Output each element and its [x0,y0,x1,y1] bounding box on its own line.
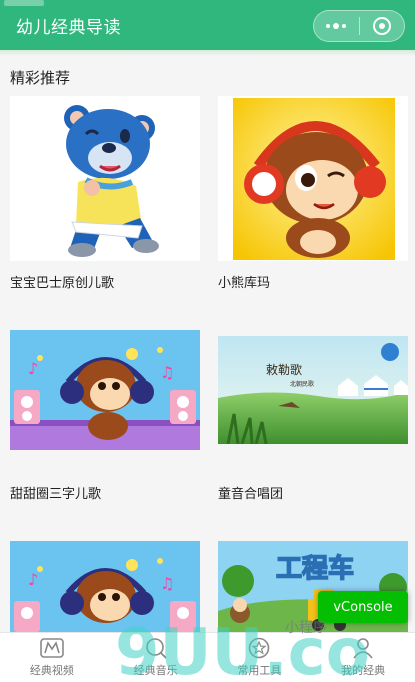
card-label[interactable]: 宝宝巴士原创儿歌 [10,272,114,291]
card-label[interactable]: 小熊库玛 [218,272,270,291]
section-title: 精彩推荐 [10,69,71,87]
tab-classic-music[interactable]: 经典音乐 [104,633,208,682]
card-item[interactable] [218,96,408,261]
dot-icon [333,23,340,29]
card-thumbnail[interactable]: ♪ ♫ [10,330,200,450]
bottom-tab-bar: 经典视频 经典音乐 常用工具 我的经典 [0,632,415,682]
svg-text:♪: ♪ [28,359,38,378]
app-header: 幼儿经典导读 [0,0,415,50]
tab-label: 我的经典 [341,664,386,677]
mini-program-capsule[interactable] [313,10,405,42]
card-thumbnail[interactable]: 敕勒歌 北朝民歌 [218,336,408,444]
close-mini-program-button[interactable] [359,17,404,35]
person-icon [350,637,376,659]
status-bar-remnant [4,0,44,6]
card-label[interactable]: 甜甜圈三字儿歌 [10,483,101,502]
more-options-button[interactable] [314,23,359,29]
blue-bear-illustration [53,96,159,261]
tab-my-classics[interactable]: 我的经典 [311,633,415,682]
card-thumbnail[interactable] [218,96,408,261]
monkey-headphones-illustration [233,98,395,260]
dot-icon [326,24,331,28]
card-thumbnail[interactable]: ♪ ♫ [10,541,200,632]
tab-common-tools[interactable]: 常用工具 [208,633,312,682]
page-title: 幼儿经典导读 [16,17,121,38]
monkey-dj-illustration: ♪ ♫ [10,541,200,632]
svg-text:♫: ♫ [160,574,174,593]
card-item[interactable]: ♪ ♫ [10,541,200,632]
card-thumbnail[interactable] [10,96,200,261]
card-label[interactable]: 童音合唱团 [218,483,283,502]
card-item[interactable]: ♪ ♫ [10,330,200,450]
video-icon [39,637,65,659]
header-shadow [0,50,415,56]
tab-label: 经典音乐 [133,664,178,677]
image-subcaption-text: 北朝民歌 [290,380,314,388]
vconsole-button[interactable]: vConsole [318,591,408,623]
image-caption-text: 工程车 [276,553,354,584]
target-icon [372,17,391,35]
music-search-icon [143,637,169,659]
monkey-dj-illustration: ♪ ♫ [10,330,200,450]
star-circle-icon [246,637,272,659]
tab-label: 经典视频 [29,664,74,677]
dot-icon [342,24,347,28]
tab-classic-video[interactable]: 经典视频 [0,633,104,682]
grassland-yurt-illustration: 敕勒歌 北朝民歌 [218,336,408,444]
card-item[interactable] [10,96,200,261]
card-item[interactable]: 敕勒歌 北朝民歌 [218,336,408,444]
svg-text:♪: ♪ [28,570,38,589]
tab-label: 常用工具 [237,664,282,677]
svg-text:♫: ♫ [160,363,174,382]
image-caption-text: 敕勒歌 [266,362,302,377]
